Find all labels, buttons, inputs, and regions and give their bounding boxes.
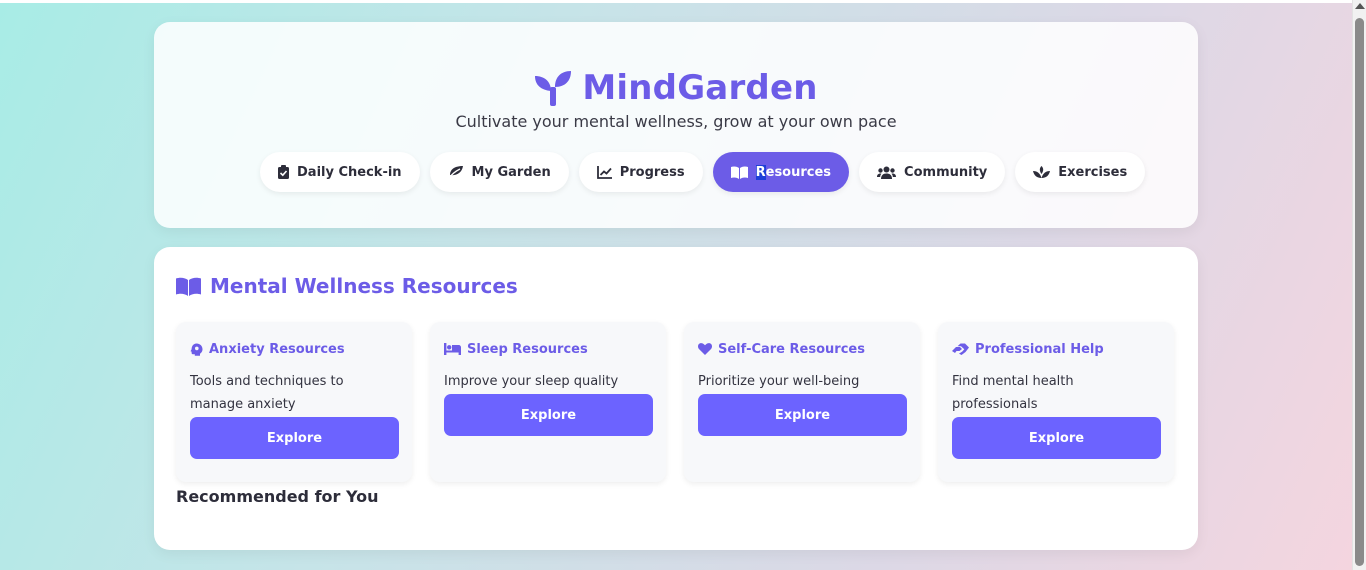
resource-card-description: Improve your sleep quality (444, 374, 619, 389)
seedling-icon (535, 71, 572, 106)
vertical-scrollbar[interactable] (1352, 0, 1366, 570)
clipboard-check-icon (278, 165, 289, 179)
bed-icon (444, 343, 461, 355)
nav-progress[interactable]: Progress (578, 152, 703, 192)
section-title-text: Mental Wellness Resources (210, 274, 518, 298)
resource-card-description: Tools and techniques to manage anxiety (190, 374, 344, 412)
resource-card-professional-help: Professional Help Find mental health pro… (938, 322, 1174, 482)
explore-self-care-button[interactable]: Explore (698, 394, 907, 436)
app-title: MindGarden (582, 68, 818, 108)
nav-exercises[interactable]: Exercises (1015, 152, 1146, 192)
nav-label: Exercises (1058, 164, 1128, 180)
resource-card-title: Professional Help (952, 340, 1160, 358)
heart-icon (698, 343, 712, 355)
nav-label: Resources (755, 164, 832, 180)
main-nav: Daily Check-in My Garden Progress Resour… (260, 152, 1146, 192)
explore-anxiety-button[interactable]: Explore (190, 417, 399, 459)
resource-cards: Anxiety Resources Tools and techniques t… (176, 322, 1174, 482)
recommended-title: Recommended for You (176, 487, 379, 506)
leaf-icon (448, 166, 463, 179)
resource-card-sleep: Sleep Resources Improve your sleep quali… (430, 322, 666, 482)
book-open-icon (730, 165, 748, 179)
nav-label: Daily Check-in (297, 164, 402, 180)
resource-card-title: Sleep Resources (444, 340, 652, 358)
scroll-thumb[interactable] (1355, 18, 1364, 566)
nav-my-garden[interactable]: My Garden (429, 152, 569, 192)
nav-label-rest: esources (765, 164, 832, 180)
resource-card-description: Find mental health professionals (952, 374, 1074, 412)
resource-card-title: Self-Care Resources (698, 340, 906, 358)
book-open-icon (176, 277, 201, 296)
nav-resources[interactable]: Resources (712, 152, 850, 192)
nav-community[interactable]: Community (859, 152, 1006, 192)
scroll-up-arrow-icon[interactable] (1355, 3, 1365, 9)
chart-line-icon (596, 165, 612, 179)
app-header: MindGarden Cultivate your mental wellnes… (154, 22, 1198, 228)
hands-helping-icon (952, 343, 969, 355)
brain-icon (190, 343, 203, 356)
users-icon (877, 166, 897, 179)
nav-label: Community (904, 164, 988, 180)
explore-professional-help-button[interactable]: Explore (952, 417, 1161, 459)
browser-top-edge (0, 0, 1352, 3)
resources-panel: Mental Wellness Resources Anxiety Resour… (154, 247, 1198, 550)
nav-daily-check-in[interactable]: Daily Check-in (260, 152, 420, 192)
brand: MindGarden (154, 68, 1198, 108)
resource-card-description: Prioritize your well-being (698, 374, 860, 389)
tagline: Cultivate your mental wellness, grow at … (455, 112, 897, 131)
nav-label: My Garden (471, 164, 551, 180)
explore-sleep-button[interactable]: Explore (444, 394, 653, 436)
spa-icon (1033, 166, 1051, 178)
text-selection: R (755, 164, 766, 180)
resource-card-title: Anxiety Resources (190, 340, 398, 358)
section-title: Mental Wellness Resources (176, 274, 518, 298)
resource-card-anxiety: Anxiety Resources Tools and techniques t… (176, 322, 412, 482)
resource-card-self-care: Self-Care Resources Prioritize your well… (684, 322, 920, 482)
nav-label: Progress (619, 164, 685, 180)
